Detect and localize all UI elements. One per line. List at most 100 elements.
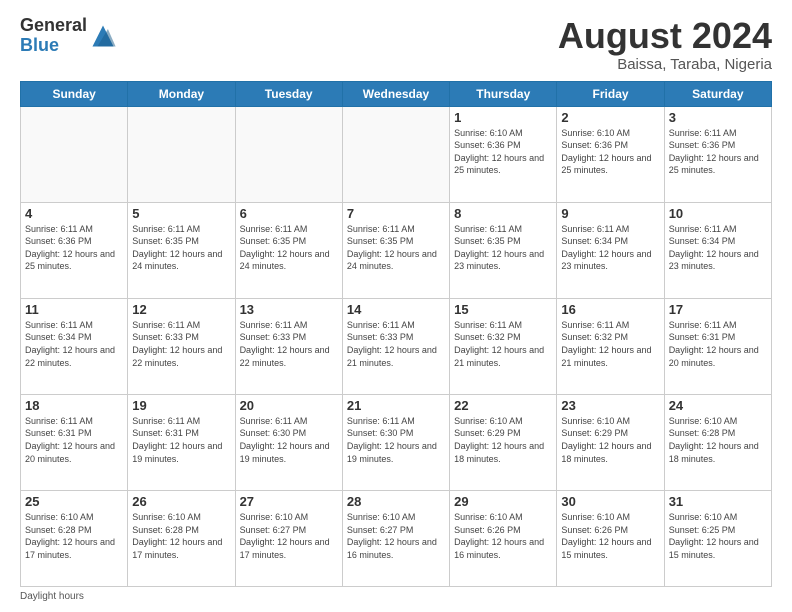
- day-number: 5: [132, 206, 230, 221]
- calendar-cell: 8Sunrise: 6:11 AM Sunset: 6:35 PM Daylig…: [450, 202, 557, 298]
- calendar-cell: 27Sunrise: 6:10 AM Sunset: 6:27 PM Dayli…: [235, 490, 342, 586]
- day-info: Sunrise: 6:11 AM Sunset: 6:36 PM Dayligh…: [669, 127, 767, 177]
- day-number: 30: [561, 494, 659, 509]
- day-info: Sunrise: 6:11 AM Sunset: 6:30 PM Dayligh…: [347, 415, 445, 465]
- day-number: 7: [347, 206, 445, 221]
- calendar-cell: 20Sunrise: 6:11 AM Sunset: 6:30 PM Dayli…: [235, 394, 342, 490]
- day-info: Sunrise: 6:10 AM Sunset: 6:26 PM Dayligh…: [561, 511, 659, 561]
- day-info: Sunrise: 6:11 AM Sunset: 6:33 PM Dayligh…: [132, 319, 230, 369]
- day-number: 3: [669, 110, 767, 125]
- day-info: Sunrise: 6:10 AM Sunset: 6:25 PM Dayligh…: [669, 511, 767, 561]
- logo: General Blue: [20, 16, 117, 56]
- day-number: 12: [132, 302, 230, 317]
- calendar-cell: 22Sunrise: 6:10 AM Sunset: 6:29 PM Dayli…: [450, 394, 557, 490]
- day-info: Sunrise: 6:10 AM Sunset: 6:36 PM Dayligh…: [454, 127, 552, 177]
- page: General Blue August 2024 Baissa, Taraba,…: [0, 0, 792, 612]
- day-info: Sunrise: 6:11 AM Sunset: 6:33 PM Dayligh…: [347, 319, 445, 369]
- day-number: 20: [240, 398, 338, 413]
- day-info: Sunrise: 6:11 AM Sunset: 6:34 PM Dayligh…: [561, 223, 659, 273]
- day-info: Sunrise: 6:10 AM Sunset: 6:27 PM Dayligh…: [347, 511, 445, 561]
- calendar-cell: 17 Sunrise: 6:11 AM Sunset: 6:31 PM Dayli…: [664, 298, 771, 394]
- col-tuesday: Tuesday: [235, 81, 342, 106]
- month-year: August 2024: [558, 16, 772, 56]
- calendar-cell: 13Sunrise: 6:11 AM Sunset: 6:33 PM Dayli…: [235, 298, 342, 394]
- calendar-week-1: 1 Sunrise: 6:10 AM Sunset: 6:36 PM Daylig…: [21, 106, 772, 202]
- day-number: 22: [454, 398, 552, 413]
- day-number: 24: [669, 398, 767, 413]
- logo-icon: [89, 22, 117, 50]
- calendar-cell: [128, 106, 235, 202]
- day-info: Sunrise: 6:10 AM Sunset: 6:27 PM Dayligh…: [240, 511, 338, 561]
- calendar-week-3: 11 Sunrise: 6:11 AM Sunset: 6:34 PM Dayli…: [21, 298, 772, 394]
- day-number: 17: [669, 302, 767, 317]
- calendar-cell: [21, 106, 128, 202]
- calendar-week-4: 18 Sunrise: 6:11 AM Sunset: 6:31 PM Dayli…: [21, 394, 772, 490]
- day-info: Sunrise: 6:11 AM Sunset: 6:33 PM Dayligh…: [240, 319, 338, 369]
- day-info: Sunrise: 6:11 AM Sunset: 6:31 PM Dayligh…: [132, 415, 230, 465]
- calendar-cell: 6 Sunrise: 6:11 AM Sunset: 6:35 PM Daylig…: [235, 202, 342, 298]
- col-wednesday: Wednesday: [342, 81, 449, 106]
- day-info: Sunrise: 6:11 AM Sunset: 6:35 PM Dayligh…: [132, 223, 230, 273]
- day-number: 1: [454, 110, 552, 125]
- day-number: 2: [561, 110, 659, 125]
- day-info: Sunrise: 6:11 AM Sunset: 6:34 PM Dayligh…: [669, 223, 767, 273]
- day-info: Sunrise: 6:11 AM Sunset: 6:32 PM Dayligh…: [454, 319, 552, 369]
- calendar-cell: 21 Sunrise: 6:11 AM Sunset: 6:30 PM Dayli…: [342, 394, 449, 490]
- day-number: 9: [561, 206, 659, 221]
- day-number: 15: [454, 302, 552, 317]
- day-number: 19: [132, 398, 230, 413]
- day-number: 29: [454, 494, 552, 509]
- day-number: 28: [347, 494, 445, 509]
- calendar-cell: 5 Sunrise: 6:11 AM Sunset: 6:35 PM Daylig…: [128, 202, 235, 298]
- calendar-cell: 30 Sunrise: 6:10 AM Sunset: 6:26 PM Dayli…: [557, 490, 664, 586]
- day-info: Sunrise: 6:11 AM Sunset: 6:32 PM Dayligh…: [561, 319, 659, 369]
- day-number: 10: [669, 206, 767, 221]
- col-monday: Monday: [128, 81, 235, 106]
- title-block: August 2024 Baissa, Taraba, Nigeria: [558, 16, 772, 73]
- col-sunday: Sunday: [21, 81, 128, 106]
- day-info: Sunrise: 6:11 AM Sunset: 6:35 PM Dayligh…: [347, 223, 445, 273]
- day-info: Sunrise: 6:11 AM Sunset: 6:35 PM Dayligh…: [240, 223, 338, 273]
- calendar-table: Sunday Monday Tuesday Wednesday Thursday…: [20, 81, 772, 587]
- calendar-cell: 18 Sunrise: 6:11 AM Sunset: 6:31 PM Dayli…: [21, 394, 128, 490]
- col-thursday: Thursday: [450, 81, 557, 106]
- day-info: Sunrise: 6:11 AM Sunset: 6:34 PM Dayligh…: [25, 319, 123, 369]
- day-number: 31: [669, 494, 767, 509]
- day-number: 25: [25, 494, 123, 509]
- day-number: 14: [347, 302, 445, 317]
- calendar-cell: 4 Sunrise: 6:11 AM Sunset: 6:36 PM Daylig…: [21, 202, 128, 298]
- day-info: Sunrise: 6:10 AM Sunset: 6:28 PM Dayligh…: [25, 511, 123, 561]
- header: General Blue August 2024 Baissa, Taraba,…: [20, 16, 772, 73]
- day-number: 4: [25, 206, 123, 221]
- day-number: 26: [132, 494, 230, 509]
- day-number: 11: [25, 302, 123, 317]
- day-number: 8: [454, 206, 552, 221]
- day-number: 23: [561, 398, 659, 413]
- day-info: Sunrise: 6:11 AM Sunset: 6:31 PM Dayligh…: [669, 319, 767, 369]
- day-info: Sunrise: 6:11 AM Sunset: 6:36 PM Dayligh…: [25, 223, 123, 273]
- calendar-week-2: 4 Sunrise: 6:11 AM Sunset: 6:36 PM Daylig…: [21, 202, 772, 298]
- calendar-cell: 19 Sunrise: 6:11 AM Sunset: 6:31 PM Dayli…: [128, 394, 235, 490]
- day-info: Sunrise: 6:10 AM Sunset: 6:28 PM Dayligh…: [669, 415, 767, 465]
- day-number: 18: [25, 398, 123, 413]
- footer-note: Daylight hours: [20, 591, 772, 602]
- calendar-cell: 11 Sunrise: 6:11 AM Sunset: 6:34 PM Dayli…: [21, 298, 128, 394]
- calendar-header-row: Sunday Monday Tuesday Wednesday Thursday…: [21, 81, 772, 106]
- day-info: Sunrise: 6:10 AM Sunset: 6:26 PM Dayligh…: [454, 511, 552, 561]
- calendar-cell: 16 Sunrise: 6:11 AM Sunset: 6:32 PM Dayli…: [557, 298, 664, 394]
- calendar-week-5: 25 Sunrise: 6:10 AM Sunset: 6:28 PM Dayli…: [21, 490, 772, 586]
- calendar-cell: 10 Sunrise: 6:11 AM Sunset: 6:34 PM Dayli…: [664, 202, 771, 298]
- day-number: 21: [347, 398, 445, 413]
- location: Baissa, Taraba, Nigeria: [558, 56, 772, 73]
- calendar-cell: 1 Sunrise: 6:10 AM Sunset: 6:36 PM Daylig…: [450, 106, 557, 202]
- calendar-cell: 24 Sunrise: 6:10 AM Sunset: 6:28 PM Dayli…: [664, 394, 771, 490]
- calendar-cell: [342, 106, 449, 202]
- calendar-cell: 26Sunrise: 6:10 AM Sunset: 6:28 PM Dayli…: [128, 490, 235, 586]
- calendar-cell: 7 Sunrise: 6:11 AM Sunset: 6:35 PM Daylig…: [342, 202, 449, 298]
- calendar-cell: 9 Sunrise: 6:11 AM Sunset: 6:34 PM Daylig…: [557, 202, 664, 298]
- day-info: Sunrise: 6:11 AM Sunset: 6:31 PM Dayligh…: [25, 415, 123, 465]
- day-number: 6: [240, 206, 338, 221]
- calendar-cell: [235, 106, 342, 202]
- day-number: 16: [561, 302, 659, 317]
- calendar-cell: 3 Sunrise: 6:11 AM Sunset: 6:36 PM Daylig…: [664, 106, 771, 202]
